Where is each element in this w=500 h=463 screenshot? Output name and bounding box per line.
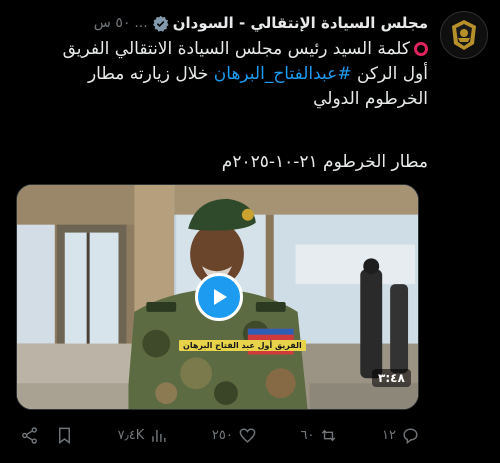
tweet-line-1-text: كلمة السيد رئيس مجلس السيادة الانتقالي ا…: [62, 39, 410, 59]
tweet-actions: ٧٫٤K ٢٥٠ ٦٠ ١٢: [20, 420, 420, 450]
views-icon: [152, 429, 166, 442]
replies-count: ١٢: [382, 427, 396, 443]
views-button[interactable]: ٧٫٤K: [118, 426, 169, 445]
tweet-line-2-prefix: أول الركن: [356, 64, 428, 84]
reply-button[interactable]: ١٢: [382, 426, 420, 445]
avatar[interactable]: [440, 11, 488, 59]
bookmark-button[interactable]: [55, 426, 74, 445]
name-tape: الفريق أول عبد الفتاح البرهان: [179, 340, 306, 351]
video-duration: ٣:٤٨: [372, 369, 411, 387]
tweet-text: كلمة السيد رئيس مجلس السيادة الانتقالي ا…: [10, 37, 428, 112]
heart-icon: [239, 427, 256, 443]
tweet[interactable]: مجلس السيادة الإنتقالي - السودان ... ٥٠ …: [0, 0, 500, 463]
emblem-icon: [452, 20, 476, 50]
red-circle-icon: [414, 42, 428, 56]
timestamp[interactable]: ٥٠ س: [94, 15, 131, 31]
bookmark-icon: [59, 427, 70, 444]
tweet-line-3: الخرطوم الدولي: [313, 89, 428, 109]
tweet-header: مجلس السيادة الإنتقالي - السودان ... ٥٠ …: [10, 12, 428, 34]
reposts-count: ٦٠: [300, 427, 315, 443]
share-icon: [22, 426, 37, 444]
video-player[interactable]: الفريق أول عبد الفتاح البرهان ٣:٤٨: [16, 184, 419, 410]
views-count: ٧٫٤K: [117, 427, 145, 443]
account-name[interactable]: مجلس السيادة الإنتقالي - السودان: [173, 14, 428, 32]
tweet-line-1: كلمة السيد رئيس مجلس السيادة الانتقالي ا…: [10, 37, 428, 62]
repost-icon: [322, 429, 336, 441]
play-button[interactable]: [195, 273, 243, 321]
likes-count: ٢٥٠: [211, 427, 233, 443]
reply-icon: [403, 427, 418, 444]
tweet-line-2-suffix: خلال زيارته مطار: [87, 64, 209, 84]
account-handle[interactable]: ...: [134, 15, 147, 31]
share-button[interactable]: [20, 426, 39, 445]
like-button[interactable]: ٢٥٠: [212, 426, 257, 445]
play-icon: [214, 289, 227, 305]
hashtag-link[interactable]: #عبدالفتاح_البرهان: [214, 64, 352, 84]
tweet-line-2: أول الركن #عبدالفتاح_البرهان خلال زيارته…: [10, 62, 428, 87]
verified-badge-icon: [152, 15, 169, 32]
tweet-location-date: مطار الخرطوم ٢١-١٠-٢٠٢٥م: [221, 152, 428, 172]
repost-button[interactable]: ٦٠: [300, 426, 338, 445]
